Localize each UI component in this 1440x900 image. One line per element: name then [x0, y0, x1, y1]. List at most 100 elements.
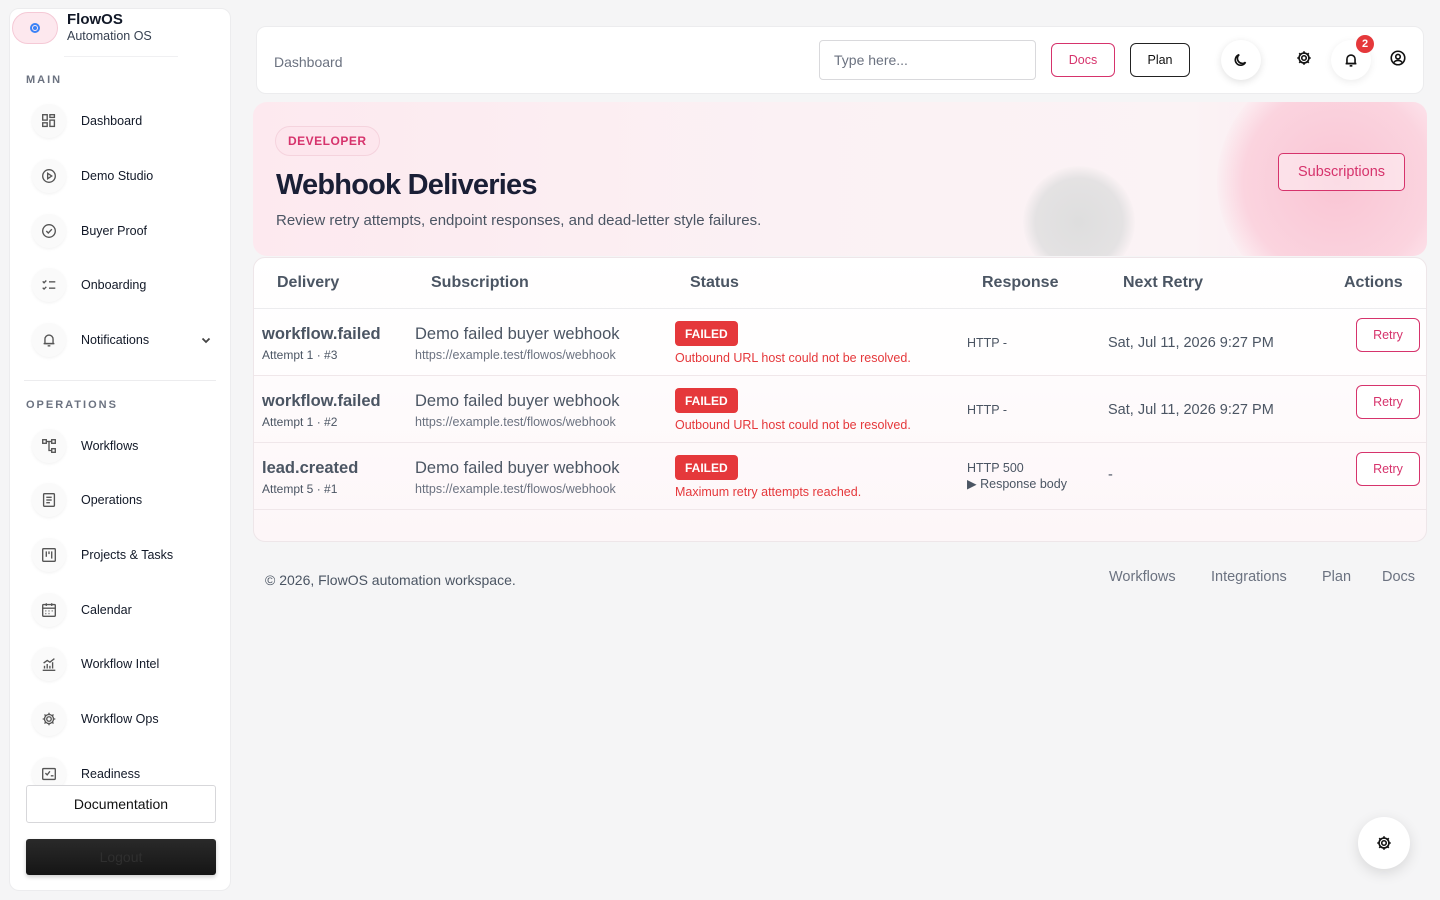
table-row: workflow.failed Attempt 1 · #2 Demo fail…: [254, 376, 1426, 443]
delivery-event: workflow.failed: [262, 392, 381, 410]
table-header: Delivery Subscription Status Response Ne…: [254, 258, 1426, 309]
delivery-attempt: Attempt 5 · #1: [262, 482, 338, 496]
sidebar-item-label: Readiness: [81, 767, 141, 781]
calendar-icon: [32, 593, 66, 627]
column-header-subscription: Subscription: [431, 274, 529, 291]
chart-icon: [32, 647, 66, 681]
gear-icon[interactable]: [1284, 38, 1324, 78]
footer-link-docs[interactable]: Docs: [1382, 569, 1415, 585]
sidebar-item-demo-studio[interactable]: Demo Studio: [32, 158, 212, 194]
workflow-icon: [32, 429, 66, 463]
sidebar-item-label: Projects & Tasks: [81, 548, 174, 562]
next-retry: Sat, Jul 11, 2026 9:27 PM: [1108, 335, 1274, 351]
notification-badge: 2: [1356, 35, 1374, 53]
sidebar-item-calendar[interactable]: Calendar: [32, 592, 212, 628]
next-retry: -: [1108, 467, 1113, 483]
plan-button[interactable]: Plan: [1130, 43, 1190, 77]
sidebar-item-label: Onboarding: [81, 278, 147, 292]
sidebar-item-label: Workflow Intel: [81, 657, 160, 671]
brand-subtitle: Automation OS: [67, 29, 152, 43]
sidebar-item-label: Operations: [81, 493, 143, 507]
subscription-name: Demo failed buyer webhook: [415, 325, 620, 343]
status-error: Outbound URL host could not be resolved.: [675, 351, 911, 365]
status-error: Outbound URL host could not be resolved.: [675, 418, 911, 432]
column-header-next-retry: Next Retry: [1123, 274, 1204, 291]
sidebar: FlowOS Automation OS MAIN Dashboard Demo…: [9, 8, 231, 891]
sidebar-item-notifications[interactable]: Notifications: [32, 322, 212, 358]
sidebar-item-label: Calendar: [81, 603, 132, 617]
search-input[interactable]: [819, 40, 1036, 80]
response-body-toggle[interactable]: ▶ Response body: [967, 476, 1067, 491]
page-title: Webhook Deliveries: [276, 169, 537, 201]
decorative-blob: [1023, 166, 1135, 256]
footer-link-workflows[interactable]: Workflows: [1109, 569, 1176, 585]
logout-button[interactable]: Logout: [26, 839, 216, 875]
status-badge: FAILED: [675, 388, 738, 413]
delivery-event: workflow.failed: [262, 325, 381, 343]
moon-icon[interactable]: [1221, 40, 1261, 80]
document-icon: [32, 483, 66, 517]
sidebar-item-buyer-proof[interactable]: Buyer Proof: [32, 213, 212, 249]
footer-link-plan[interactable]: Plan: [1322, 569, 1351, 585]
footer-link-integrations[interactable]: Integrations: [1211, 569, 1287, 585]
retry-button[interactable]: Retry: [1356, 452, 1420, 486]
check-circle-icon: [32, 214, 66, 248]
divider: [64, 56, 178, 57]
section-title-main: MAIN: [26, 74, 63, 86]
settings-fab-button[interactable]: [1358, 817, 1410, 869]
delivery-attempt: Attempt 1 · #2: [262, 415, 338, 429]
sidebar-item-label: Demo Studio: [81, 169, 154, 183]
sidebar-item-label: Notifications: [81, 333, 150, 347]
subscriptions-button[interactable]: Subscriptions: [1278, 153, 1405, 191]
retry-button[interactable]: Retry: [1356, 385, 1420, 419]
user-icon[interactable]: [1378, 38, 1418, 78]
chevron-down-icon[interactable]: [200, 333, 212, 345]
sidebar-item-projects-tasks[interactable]: Projects & Tasks: [32, 537, 212, 573]
sidebar-item-dashboard[interactable]: Dashboard: [32, 103, 212, 139]
table-row: workflow.failed Attempt 1 · #3 Demo fail…: [254, 309, 1426, 376]
sidebar-item-label: Dashboard: [81, 114, 143, 128]
brand-name: FlowOS: [67, 11, 123, 28]
logo-icon: [12, 12, 58, 44]
column-header-delivery: Delivery: [277, 274, 340, 291]
status-badge: FAILED: [675, 321, 738, 346]
response-code: HTTP 500: [967, 461, 1024, 475]
deliveries-table: Delivery Subscription Status Response Ne…: [253, 257, 1427, 542]
sidebar-item-label: Workflows: [81, 439, 139, 453]
next-retry: Sat, Jul 11, 2026 9:27 PM: [1108, 402, 1274, 418]
delivery-event: lead.created: [262, 459, 359, 477]
gear-icon: [32, 702, 66, 736]
top-bar: Dashboard Docs Plan 2: [256, 26, 1424, 94]
section-tag: DEVELOPER: [275, 126, 380, 156]
sidebar-item-workflows[interactable]: Workflows: [32, 428, 212, 464]
gear-icon: [1377, 836, 1391, 850]
brand[interactable]: FlowOS Automation OS: [10, 9, 230, 61]
subscription-name: Demo failed buyer webhook: [415, 459, 620, 477]
docs-button[interactable]: Docs: [1051, 43, 1115, 77]
response-code: HTTP -: [967, 336, 1008, 350]
subscription-url: https://example.test/flowos/webhook: [415, 482, 616, 496]
sidebar-item-label: Workflow Ops: [81, 712, 159, 726]
status-error: Maximum retry attempts reached.: [675, 485, 862, 499]
sidebar-item-onboarding[interactable]: Onboarding: [32, 267, 212, 303]
column-header-status: Status: [690, 274, 739, 291]
status-badge: FAILED: [675, 455, 738, 480]
documentation-button[interactable]: Documentation: [26, 785, 216, 823]
page-header: DEVELOPER Webhook Deliveries Review retr…: [253, 102, 1427, 256]
bell-icon: [32, 323, 66, 357]
column-header-actions: Actions: [1344, 274, 1403, 291]
table-row: lead.created Attempt 5 · #1 Demo failed …: [254, 443, 1426, 510]
retry-button[interactable]: Retry: [1356, 318, 1420, 352]
footer-copyright: © 2026, FlowOS automation workspace.: [265, 572, 516, 588]
sidebar-item-label: Buyer Proof: [81, 224, 148, 238]
sidebar-item-workflow-ops[interactable]: Workflow Ops: [32, 701, 212, 737]
checklist-icon: [32, 268, 66, 302]
sidebar-item-workflow-intel[interactable]: Workflow Intel: [32, 646, 212, 682]
subscription-url: https://example.test/flowos/webhook: [415, 415, 616, 429]
subscription-name: Demo failed buyer webhook: [415, 392, 620, 410]
kanban-icon: [32, 538, 66, 572]
breadcrumb[interactable]: Dashboard: [274, 54, 343, 70]
divider: [24, 380, 216, 381]
sidebar-item-operations[interactable]: Operations: [32, 482, 212, 518]
section-title-operations: OPERATIONS: [26, 399, 118, 411]
